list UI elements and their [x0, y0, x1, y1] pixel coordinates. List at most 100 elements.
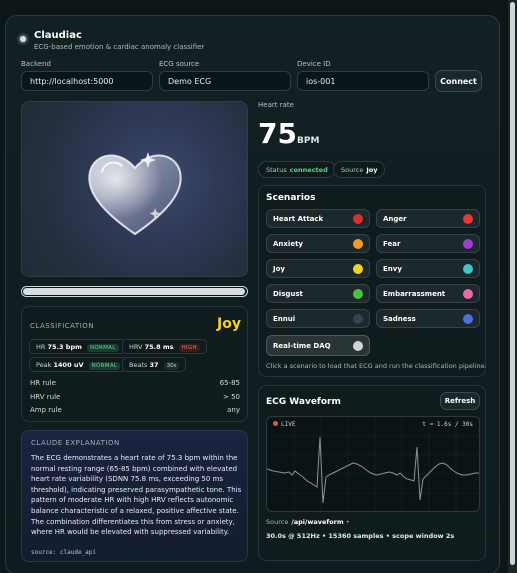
rule-label: HRV rule — [30, 393, 61, 401]
scenario-envy-button[interactable]: Envy — [376, 259, 480, 278]
scenario-label: Joy — [273, 265, 285, 273]
live-label: LIVE — [281, 421, 296, 428]
rule-value: > 50 — [223, 393, 240, 401]
waveform-source-bullet: • — [345, 518, 350, 526]
hrv-chip-value: 75.8 ms — [144, 343, 174, 351]
scenario-joy-button[interactable]: Joy — [266, 259, 370, 278]
realtime-status-dot — [353, 341, 363, 351]
peak-chip-value: 1400 uV — [53, 361, 84, 369]
scenario-color-dot — [463, 214, 473, 224]
status-dot-icon — [20, 36, 26, 42]
waveform-source-value: /api/waveform — [291, 518, 344, 526]
rule-label: Amp rule — [30, 406, 62, 414]
hrv-metric-chip: HRV 75.8 ms HIGH — [122, 339, 207, 354]
app-title: Claudiac — [34, 30, 82, 41]
heart-rate-value: 75 — [258, 117, 297, 150]
analysis-progress-bar — [21, 286, 248, 297]
source-pill: Source Joy — [333, 161, 386, 178]
scenario-color-dot — [463, 289, 473, 299]
rule-row-amp: Amp rule any — [30, 406, 240, 414]
claude-explanation-card: CLAUDE EXPLANATION The ECG demonstrates … — [21, 430, 248, 562]
scenario-fear-button[interactable]: Fear — [376, 234, 480, 253]
rule-value: any — [227, 406, 240, 414]
hr-chip-value: 75.3 bpm — [47, 343, 82, 351]
live-indicator: LIVE — [273, 421, 295, 428]
device-id-input[interactable]: ios-001 — [297, 71, 429, 91]
beats-chip-value: 37 — [149, 361, 159, 369]
explanation-source: source: claude_api — [31, 549, 97, 556]
scenario-label: Heart Attack — [273, 215, 324, 223]
classified-emotion: Joy — [217, 316, 241, 332]
hrv-chip-label: HRV — [129, 343, 143, 351]
backend-input[interactable]: http://localhost:5000 — [21, 71, 153, 91]
scenario-color-dot — [463, 264, 473, 274]
device-id-label: Device ID — [297, 60, 331, 68]
source-pill-label: Source — [341, 166, 364, 174]
glass-heart-icon — [88, 152, 182, 236]
scenario-label: Sadness — [383, 315, 416, 323]
scenario-color-dot — [353, 214, 363, 224]
rule-row-hrv: HRV rule > 50 — [30, 393, 240, 401]
explanation-text: The ECG demonstrates a heart rate of 75.… — [31, 454, 242, 537]
beats-window-tag: 30s — [163, 362, 180, 370]
waveform-title: ECG Waveform — [266, 397, 341, 407]
scrollbar-thumb[interactable] — [510, 2, 515, 565]
scenario-embarrassment-button[interactable]: Embarrassment — [376, 284, 480, 303]
rule-label: HR rule — [30, 379, 56, 387]
scenario-disgust-button[interactable]: Disgust — [266, 284, 370, 303]
scenario-label: Anxiety — [273, 240, 303, 248]
time-scale: t = 1.6s / 30s — [422, 421, 473, 428]
peak-chip-label: Peak — [36, 361, 52, 369]
progress-fill — [23, 288, 245, 295]
scenario-anxiety-button[interactable]: Anxiety — [266, 234, 370, 253]
scenarios-title: Scenarios — [266, 193, 316, 203]
waveform-source: Source/api/waveform • — [266, 518, 350, 526]
source-pill-value: Joy — [366, 166, 378, 174]
scenario-label: Anger — [383, 215, 407, 223]
beats-chip-label: Beats — [129, 361, 148, 369]
scenario-color-dot — [463, 314, 473, 324]
scenario-color-dot — [353, 314, 363, 324]
status-pill-value: connected — [289, 166, 328, 174]
scenario-label: Embarrassment — [383, 290, 446, 298]
scenario-sadness-button[interactable]: Sadness — [376, 309, 480, 328]
realtime-daq-button[interactable]: Real-time DAQ — [266, 335, 370, 356]
hr-status-tag: NORMAL — [86, 344, 119, 352]
ecg-waveform-scope: LIVE t = 1.6s / 30s — [266, 416, 480, 512]
rule-row-hr: HR rule 65-85 — [30, 379, 240, 387]
waveform-source-label: Source — [266, 518, 289, 526]
refresh-button[interactable]: Refresh — [440, 392, 480, 410]
scenario-color-dot — [353, 239, 363, 249]
hr-metric-chip: HR 75.3 bpm NORMAL — [29, 339, 126, 354]
waveform-meta: 30.0s @ 512Hz • 15360 samples • scope wi… — [266, 532, 455, 540]
record-dot-icon — [273, 421, 278, 426]
scenario-label: Ennui — [273, 315, 296, 323]
scenario-color-dot — [353, 264, 363, 274]
explanation-label: CLAUDE EXPLANATION — [31, 439, 120, 447]
backend-label: Backend — [21, 60, 51, 68]
rule-value: 65-85 — [219, 379, 240, 387]
heart-rate-label: Heart rate — [258, 101, 294, 109]
status-pill-label: Status — [266, 166, 287, 174]
connect-button[interactable]: Connect — [435, 70, 482, 92]
hrv-status-tag: HIGH — [178, 344, 200, 352]
scenario-color-dot — [463, 239, 473, 249]
scenario-anger-button[interactable]: Anger — [376, 209, 480, 228]
scenario-label: Fear — [383, 240, 401, 248]
scenario-label: Envy — [383, 265, 402, 273]
scenario-label: Disgust — [273, 290, 303, 298]
app-subtitle: ECG-based emotion & cardiac anomaly clas… — [34, 43, 205, 51]
scenario-ennui-button[interactable]: Ennui — [266, 309, 370, 328]
realtime-daq-label: Real-time DAQ — [273, 342, 331, 350]
classification-label: CLASSIFICATION — [30, 322, 94, 330]
scenario-color-dot — [353, 289, 363, 299]
ecg-source-select[interactable]: Demo ECG — [159, 71, 291, 91]
beats-metric-chip: Beats 37 30s — [122, 357, 187, 372]
peak-metric-chip: Peak 1400 uV NORMAL — [29, 357, 128, 372]
status-pill: Status connected — [258, 161, 336, 178]
ecg-source-label: ECG source — [159, 60, 200, 68]
scenario-heart-attack-button[interactable]: Heart Attack — [266, 209, 370, 228]
peak-status-tag: NORMAL — [88, 362, 121, 370]
scenarios-hint: Click a scenario to load that ECG and ru… — [266, 362, 487, 370]
window-scrollbar[interactable] — [508, 0, 517, 573]
